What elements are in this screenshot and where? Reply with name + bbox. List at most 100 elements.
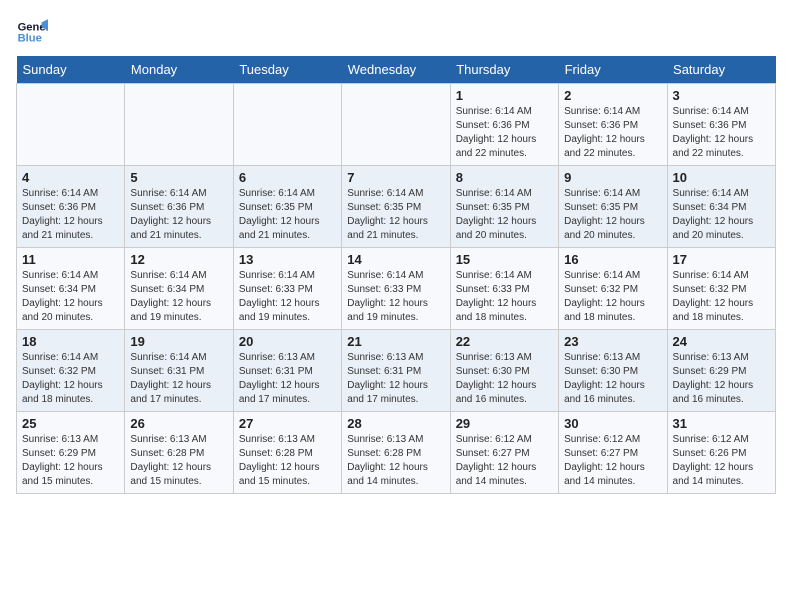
header-day-tuesday: Tuesday: [233, 56, 341, 84]
calendar-cell: [342, 84, 450, 166]
day-number: 27: [239, 416, 336, 431]
day-info: Sunrise: 6:14 AM Sunset: 6:34 PM Dayligh…: [673, 187, 770, 243]
day-info: Sunrise: 6:13 AM Sunset: 6:29 PM Dayligh…: [22, 433, 119, 489]
day-number: 16: [564, 252, 661, 267]
day-number: 22: [456, 334, 553, 349]
day-number: 15: [456, 252, 553, 267]
day-number: 12: [130, 252, 227, 267]
header-day-saturday: Saturday: [667, 56, 775, 84]
day-number: 13: [239, 252, 336, 267]
header-day-thursday: Thursday: [450, 56, 558, 84]
day-info: Sunrise: 6:14 AM Sunset: 6:36 PM Dayligh…: [673, 105, 770, 161]
day-info: Sunrise: 6:14 AM Sunset: 6:33 PM Dayligh…: [347, 269, 444, 325]
day-number: 20: [239, 334, 336, 349]
day-number: 7: [347, 170, 444, 185]
calendar-cell: 24 Sunrise: 6:13 AM Sunset: 6:29 PM Dayli…: [667, 330, 775, 412]
calendar-cell: 16Sunrise: 6:14 AM Sunset: 6:32 PM Dayli…: [559, 248, 667, 330]
day-info: Sunrise: 6:13 AM Sunset: 6:28 PM Dayligh…: [347, 433, 444, 489]
day-info: Sunrise: 6:14 AM Sunset: 6:35 PM Dayligh…: [239, 187, 336, 243]
day-info: Sunrise: 6:13 AM Sunset: 6:28 PM Dayligh…: [239, 433, 336, 489]
day-info: Sunrise: 6:13 AM Sunset: 6:31 PM Dayligh…: [239, 351, 336, 407]
calendar-cell: 30 Sunrise: 6:12 AM Sunset: 6:27 PM Dayli…: [559, 412, 667, 494]
header: General Blue: [16, 16, 776, 48]
calendar-cell: 23 Sunrise: 6:13 AM Sunset: 6:30 PM Dayli…: [559, 330, 667, 412]
day-number: 4: [22, 170, 119, 185]
header-day-wednesday: Wednesday: [342, 56, 450, 84]
header-row: SundayMondayTuesdayWednesdayThursdayFrid…: [17, 56, 776, 84]
day-info: Sunrise: 6:14 AM Sunset: 6:32 PM Dayligh…: [673, 269, 770, 325]
day-number: 17: [673, 252, 770, 267]
day-number: 29: [456, 416, 553, 431]
day-info: Sunrise: 6:13 AM Sunset: 6:28 PM Dayligh…: [130, 433, 227, 489]
calendar-table: SundayMondayTuesdayWednesdayThursdayFrid…: [16, 56, 776, 494]
calendar-week-4: 18Sunrise: 6:14 AM Sunset: 6:32 PM Dayli…: [17, 330, 776, 412]
calendar-cell: 22 Sunrise: 6:13 AM Sunset: 6:30 PM Dayli…: [450, 330, 558, 412]
calendar-week-1: 1 Sunrise: 6:14 AM Sunset: 6:36 PM Daylig…: [17, 84, 776, 166]
day-number: 8: [456, 170, 553, 185]
calendar-cell: 17 Sunrise: 6:14 AM Sunset: 6:32 PM Dayli…: [667, 248, 775, 330]
calendar-cell: 2Sunrise: 6:14 AM Sunset: 6:36 PM Daylig…: [559, 84, 667, 166]
calendar-cell: [125, 84, 233, 166]
day-info: Sunrise: 6:13 AM Sunset: 6:29 PM Dayligh…: [673, 351, 770, 407]
day-number: 10: [673, 170, 770, 185]
calendar-week-2: 4 Sunrise: 6:14 AM Sunset: 6:36 PM Daylig…: [17, 166, 776, 248]
day-number: 30: [564, 416, 661, 431]
logo: General Blue: [16, 16, 48, 48]
day-number: 28: [347, 416, 444, 431]
day-number: 23: [564, 334, 661, 349]
day-info: Sunrise: 6:13 AM Sunset: 6:31 PM Dayligh…: [347, 351, 444, 407]
day-number: 24: [673, 334, 770, 349]
day-number: 11: [22, 252, 119, 267]
day-number: 5: [130, 170, 227, 185]
day-number: 26: [130, 416, 227, 431]
calendar-cell: 28 Sunrise: 6:13 AM Sunset: 6:28 PM Dayli…: [342, 412, 450, 494]
calendar-cell: 11 Sunrise: 6:14 AM Sunset: 6:34 PM Dayli…: [17, 248, 125, 330]
day-info: Sunrise: 6:14 AM Sunset: 6:33 PM Dayligh…: [456, 269, 553, 325]
calendar-cell: 7 Sunrise: 6:14 AM Sunset: 6:35 PM Daylig…: [342, 166, 450, 248]
logo-icon: General Blue: [16, 16, 48, 48]
calendar-cell: [17, 84, 125, 166]
day-info: Sunrise: 6:13 AM Sunset: 6:30 PM Dayligh…: [564, 351, 661, 407]
day-info: Sunrise: 6:12 AM Sunset: 6:27 PM Dayligh…: [564, 433, 661, 489]
calendar-cell: 13 Sunrise: 6:14 AM Sunset: 6:33 PM Dayli…: [233, 248, 341, 330]
calendar-cell: 27 Sunrise: 6:13 AM Sunset: 6:28 PM Dayli…: [233, 412, 341, 494]
calendar-cell: 26 Sunrise: 6:13 AM Sunset: 6:28 PM Dayli…: [125, 412, 233, 494]
calendar-week-3: 11 Sunrise: 6:14 AM Sunset: 6:34 PM Dayli…: [17, 248, 776, 330]
calendar-cell: 10 Sunrise: 6:14 AM Sunset: 6:34 PM Dayli…: [667, 166, 775, 248]
calendar-cell: 12 Sunrise: 6:14 AM Sunset: 6:34 PM Dayli…: [125, 248, 233, 330]
day-info: Sunrise: 6:14 AM Sunset: 6:34 PM Dayligh…: [130, 269, 227, 325]
calendar-cell: 8 Sunrise: 6:14 AM Sunset: 6:35 PM Daylig…: [450, 166, 558, 248]
day-number: 19: [130, 334, 227, 349]
day-info: Sunrise: 6:12 AM Sunset: 6:26 PM Dayligh…: [673, 433, 770, 489]
day-info: Sunrise: 6:14 AM Sunset: 6:36 PM Dayligh…: [130, 187, 227, 243]
day-info: Sunrise: 6:13 AM Sunset: 6:30 PM Dayligh…: [456, 351, 553, 407]
calendar-cell: 15 Sunrise: 6:14 AM Sunset: 6:33 PM Dayli…: [450, 248, 558, 330]
day-number: 3: [673, 88, 770, 103]
calendar-cell: [233, 84, 341, 166]
calendar-body: 1 Sunrise: 6:14 AM Sunset: 6:36 PM Daylig…: [17, 84, 776, 494]
day-number: 1: [456, 88, 553, 103]
calendar-cell: 9 Sunrise: 6:14 AM Sunset: 6:35 PM Daylig…: [559, 166, 667, 248]
day-info: Sunrise: 6:12 AM Sunset: 6:27 PM Dayligh…: [456, 433, 553, 489]
calendar-cell: 6Sunrise: 6:14 AM Sunset: 6:35 PM Daylig…: [233, 166, 341, 248]
day-info: Sunrise: 6:14 AM Sunset: 6:35 PM Dayligh…: [456, 187, 553, 243]
day-number: 9: [564, 170, 661, 185]
calendar-cell: 5 Sunrise: 6:14 AM Sunset: 6:36 PM Daylig…: [125, 166, 233, 248]
day-info: Sunrise: 6:14 AM Sunset: 6:36 PM Dayligh…: [456, 105, 553, 161]
calendar-cell: 4 Sunrise: 6:14 AM Sunset: 6:36 PM Daylig…: [17, 166, 125, 248]
header-day-monday: Monday: [125, 56, 233, 84]
day-info: Sunrise: 6:14 AM Sunset: 6:31 PM Dayligh…: [130, 351, 227, 407]
calendar-cell: 1 Sunrise: 6:14 AM Sunset: 6:36 PM Daylig…: [450, 84, 558, 166]
calendar-cell: 18Sunrise: 6:14 AM Sunset: 6:32 PM Dayli…: [17, 330, 125, 412]
calendar-cell: 3 Sunrise: 6:14 AM Sunset: 6:36 PM Daylig…: [667, 84, 775, 166]
calendar-cell: 25Sunrise: 6:13 AM Sunset: 6:29 PM Dayli…: [17, 412, 125, 494]
day-info: Sunrise: 6:14 AM Sunset: 6:35 PM Dayligh…: [564, 187, 661, 243]
day-info: Sunrise: 6:14 AM Sunset: 6:32 PM Dayligh…: [22, 351, 119, 407]
day-info: Sunrise: 6:14 AM Sunset: 6:34 PM Dayligh…: [22, 269, 119, 325]
calendar-header: SundayMondayTuesdayWednesdayThursdayFrid…: [17, 56, 776, 84]
day-info: Sunrise: 6:14 AM Sunset: 6:36 PM Dayligh…: [22, 187, 119, 243]
day-number: 14: [347, 252, 444, 267]
day-info: Sunrise: 6:14 AM Sunset: 6:35 PM Dayligh…: [347, 187, 444, 243]
header-day-friday: Friday: [559, 56, 667, 84]
day-info: Sunrise: 6:14 AM Sunset: 6:33 PM Dayligh…: [239, 269, 336, 325]
